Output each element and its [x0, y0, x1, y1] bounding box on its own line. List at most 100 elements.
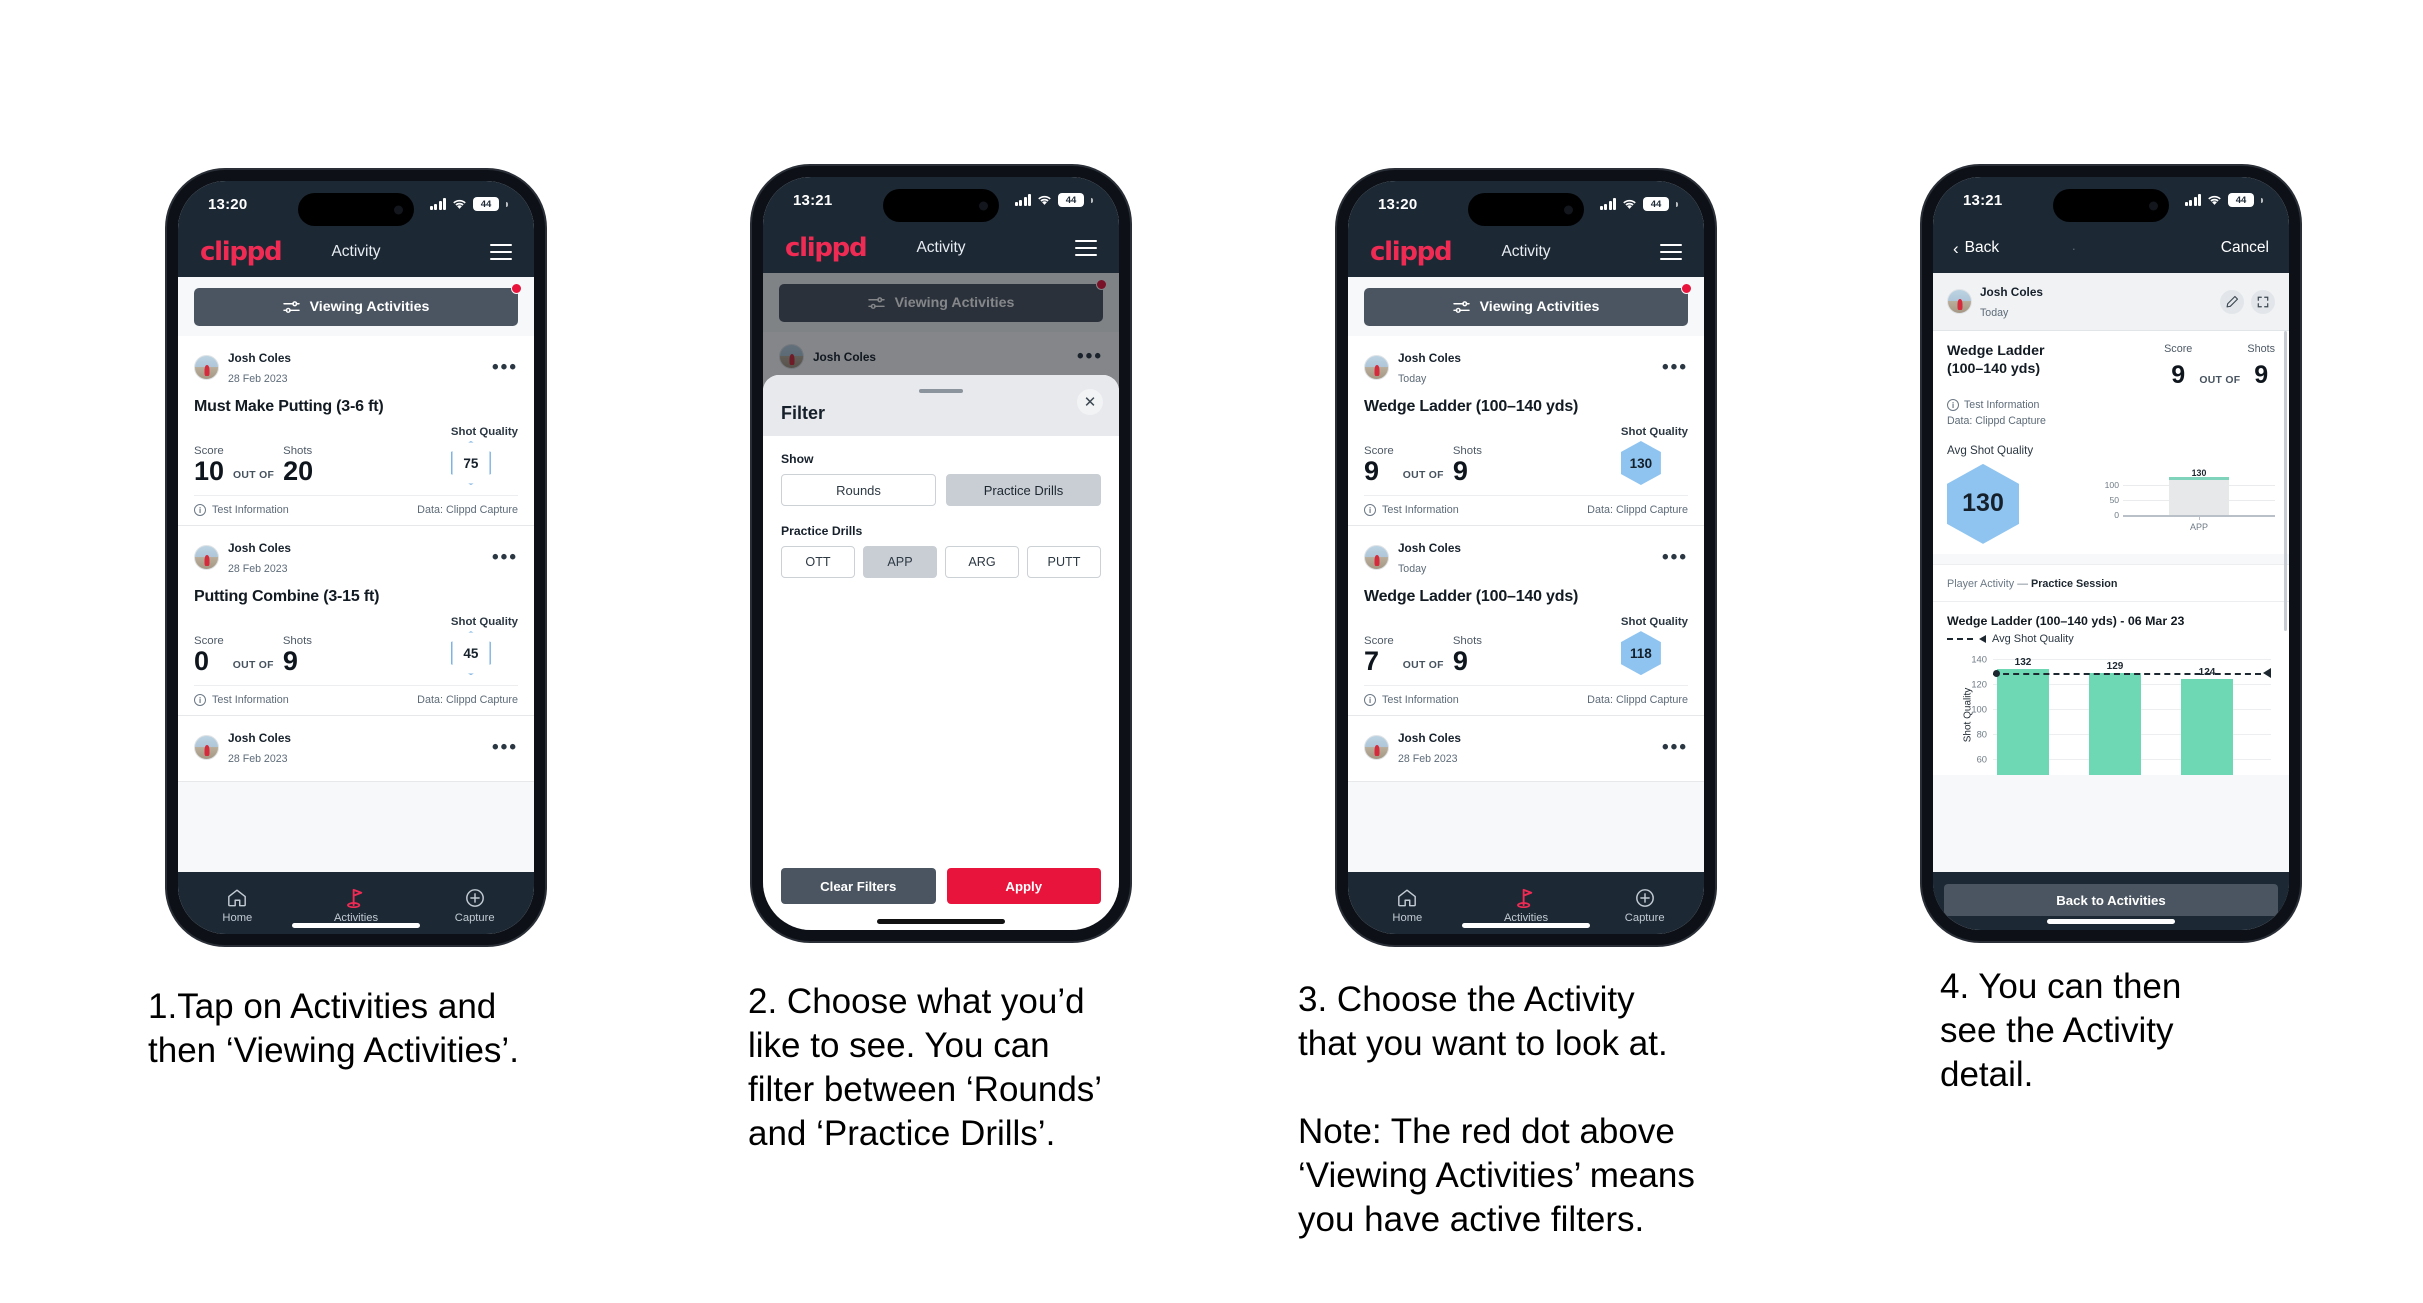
more-options-icon[interactable]: ••• — [1662, 548, 1688, 566]
score-value: 7 — [1364, 646, 1380, 677]
bottom-tab-bar: Home Activities Capture — [1348, 872, 1704, 934]
caption-step-1: 1.Tap on Activities and then ‘Viewing Ac… — [148, 987, 519, 1071]
activity-card-partial[interactable]: Josh Coles 28 Feb 2023 ••• — [178, 716, 534, 783]
mini-chart-bar — [2169, 478, 2229, 516]
shot-quality-badge: 130 — [1620, 441, 1661, 486]
chart-bar-label: 132 — [2014, 656, 2032, 668]
activity-title: Wedge Ladder (100–140 yds) — [1947, 343, 2045, 377]
wifi-icon — [452, 198, 467, 210]
filter-title: Filter — [781, 403, 826, 423]
info-icon: i — [1364, 694, 1376, 707]
avg-line-start-dot — [1993, 669, 2000, 677]
pencil-icon[interactable] — [2220, 289, 2244, 314]
tab-capture-label: Capture — [1624, 912, 1665, 924]
hamburger-menu-icon[interactable] — [1075, 239, 1097, 257]
chart-y-axis-title: Shot Quality — [1962, 687, 1974, 743]
battery-level: 44 — [473, 197, 499, 211]
activities-list-behind: Viewing Activities Josh Coles ••• Fi — [763, 273, 1119, 930]
drag-handle[interactable] — [919, 389, 963, 393]
cellular-signal-icon — [1014, 194, 1031, 206]
chart-title: Wedge Ladder (100–140 yds) - 06 Mar 23 — [1947, 613, 2185, 628]
more-options-icon[interactable]: ••• — [492, 358, 518, 376]
clear-filters-button[interactable]: Clear Filters — [781, 868, 936, 904]
avatar — [1364, 545, 1389, 571]
info-icon: i — [1947, 399, 1959, 412]
test-information-label[interactable]: Test Information — [1382, 504, 1459, 516]
app-header: clippd Activity — [1348, 227, 1704, 277]
scrollbar[interactable] — [2284, 331, 2287, 631]
mini-chart-ytick: 100 — [2104, 480, 2119, 491]
more-options-icon[interactable]: ••• — [492, 548, 518, 566]
shot-quality-badge: 45 — [450, 631, 491, 676]
more-options-icon[interactable]: ••• — [492, 738, 518, 756]
out-of-label: OUT OF — [1402, 660, 1444, 672]
test-information-label[interactable]: Test Information — [1964, 397, 2039, 413]
back-button[interactable]: ‹ Back — [1953, 239, 1999, 257]
wifi-icon — [1622, 198, 1637, 210]
activity-card[interactable]: Josh Coles 28 Feb 2023 ••• Must Make Put… — [178, 336, 534, 527]
data-source-label: Data: Clippd Capture — [417, 694, 518, 707]
drill-chip-ott[interactable]: OTT — [781, 546, 855, 578]
back-label: Back — [1964, 239, 2000, 256]
viewing-activities-button[interactable]: Viewing Activities — [1364, 288, 1688, 326]
expand-icon[interactable] — [2251, 289, 2275, 314]
drill-chip-app[interactable]: APP — [863, 546, 937, 578]
activity-date: 28 Feb 2023 — [228, 372, 288, 385]
viewing-activities-label: Viewing Activities — [309, 299, 430, 315]
tab-home[interactable]: Home — [178, 886, 297, 924]
info-icon: i — [1364, 504, 1376, 517]
chart-ytick: 140 — [1971, 653, 1987, 665]
shot-quality-badge: 118 — [1620, 631, 1661, 676]
shot-quality-label: Shot Quality — [1620, 616, 1688, 629]
detail-summary: Wedge Ladder (100–140 yds) Score 9 OUT O… — [1933, 331, 2289, 554]
more-options-icon[interactable]: ••• — [1662, 358, 1688, 376]
avatar — [194, 545, 219, 571]
status-time: 13:20 — [208, 195, 248, 213]
more-options-icon[interactable]: ••• — [1662, 738, 1688, 756]
golf-flag-icon — [1467, 886, 1586, 909]
close-icon[interactable]: ✕ — [1077, 389, 1103, 415]
chevron-left-icon: ‹ — [1953, 238, 1959, 258]
back-to-activities-button[interactable]: Back to Activities — [1944, 884, 2278, 916]
show-label: Show — [781, 452, 814, 466]
activity-card[interactable]: Josh Coles Today ••• Wedge Ladder (100–1… — [1348, 526, 1704, 717]
activity-card-partial[interactable]: Josh Coles 28 Feb 2023 ••• — [1348, 716, 1704, 783]
show-option-rounds[interactable]: Rounds — [781, 474, 936, 506]
apply-button[interactable]: Apply — [946, 868, 1101, 904]
tab-capture[interactable]: Capture — [415, 886, 534, 924]
tutorial-sheet: 13:20 44 clippd Activity Viewing Activit… — [0, 0, 2423, 1303]
show-segment-group: Rounds Practice Drills — [781, 474, 1101, 506]
battery-tip-icon — [2261, 197, 2263, 203]
viewing-activities-button[interactable]: Viewing Activities — [194, 288, 518, 326]
app-header: clippd Activity — [178, 227, 534, 277]
hamburger-menu-icon[interactable] — [1660, 243, 1682, 261]
tab-activities[interactable]: Activities — [1467, 886, 1586, 924]
cancel-button[interactable]: Cancel — [2221, 239, 2269, 257]
data-source-label: Data: Clippd Capture — [1587, 694, 1688, 707]
avatar — [1947, 289, 1972, 315]
nav-center-dot: · — [2071, 240, 2076, 256]
hamburger-menu-icon[interactable] — [490, 243, 512, 261]
drill-chip-putt[interactable]: PUTT — [1027, 546, 1101, 578]
tab-home[interactable]: Home — [1348, 886, 1467, 924]
chart-bar — [2181, 678, 2233, 775]
test-information-label[interactable]: Test Information — [212, 694, 289, 706]
activities-list: Viewing Activities Josh Coles Today ••• … — [1348, 277, 1704, 872]
activity-card[interactable]: Josh Coles Today ••• Wedge Ladder (100–1… — [1348, 336, 1704, 527]
test-information-label[interactable]: Test Information — [212, 504, 289, 516]
show-option-practice-drills[interactable]: Practice Drills — [946, 474, 1101, 506]
test-information-label[interactable]: Test Information — [1382, 694, 1459, 706]
tab-activities[interactable]: Activities — [297, 886, 416, 924]
shots-value: 9 — [1452, 646, 1468, 677]
tab-capture[interactable]: Capture — [1585, 886, 1704, 924]
wifi-icon — [1037, 194, 1052, 206]
clippd-logo: clippd — [1370, 237, 1453, 267]
battery-level: 44 — [1058, 193, 1084, 207]
activity-detail-scroll[interactable]: Josh Coles Today Wedge Ladder (100–140 y… — [1933, 273, 2289, 872]
avg-reference-line — [1993, 672, 2261, 675]
activity-card[interactable]: Josh Coles 28 Feb 2023 ••• Putting Combi… — [178, 526, 534, 717]
drill-chip-arg[interactable]: ARG — [945, 546, 1019, 578]
front-camera-icon — [979, 201, 988, 210]
chart-ytick: 120 — [1971, 678, 1987, 690]
section-bold: Practice Session — [2031, 577, 2118, 590]
